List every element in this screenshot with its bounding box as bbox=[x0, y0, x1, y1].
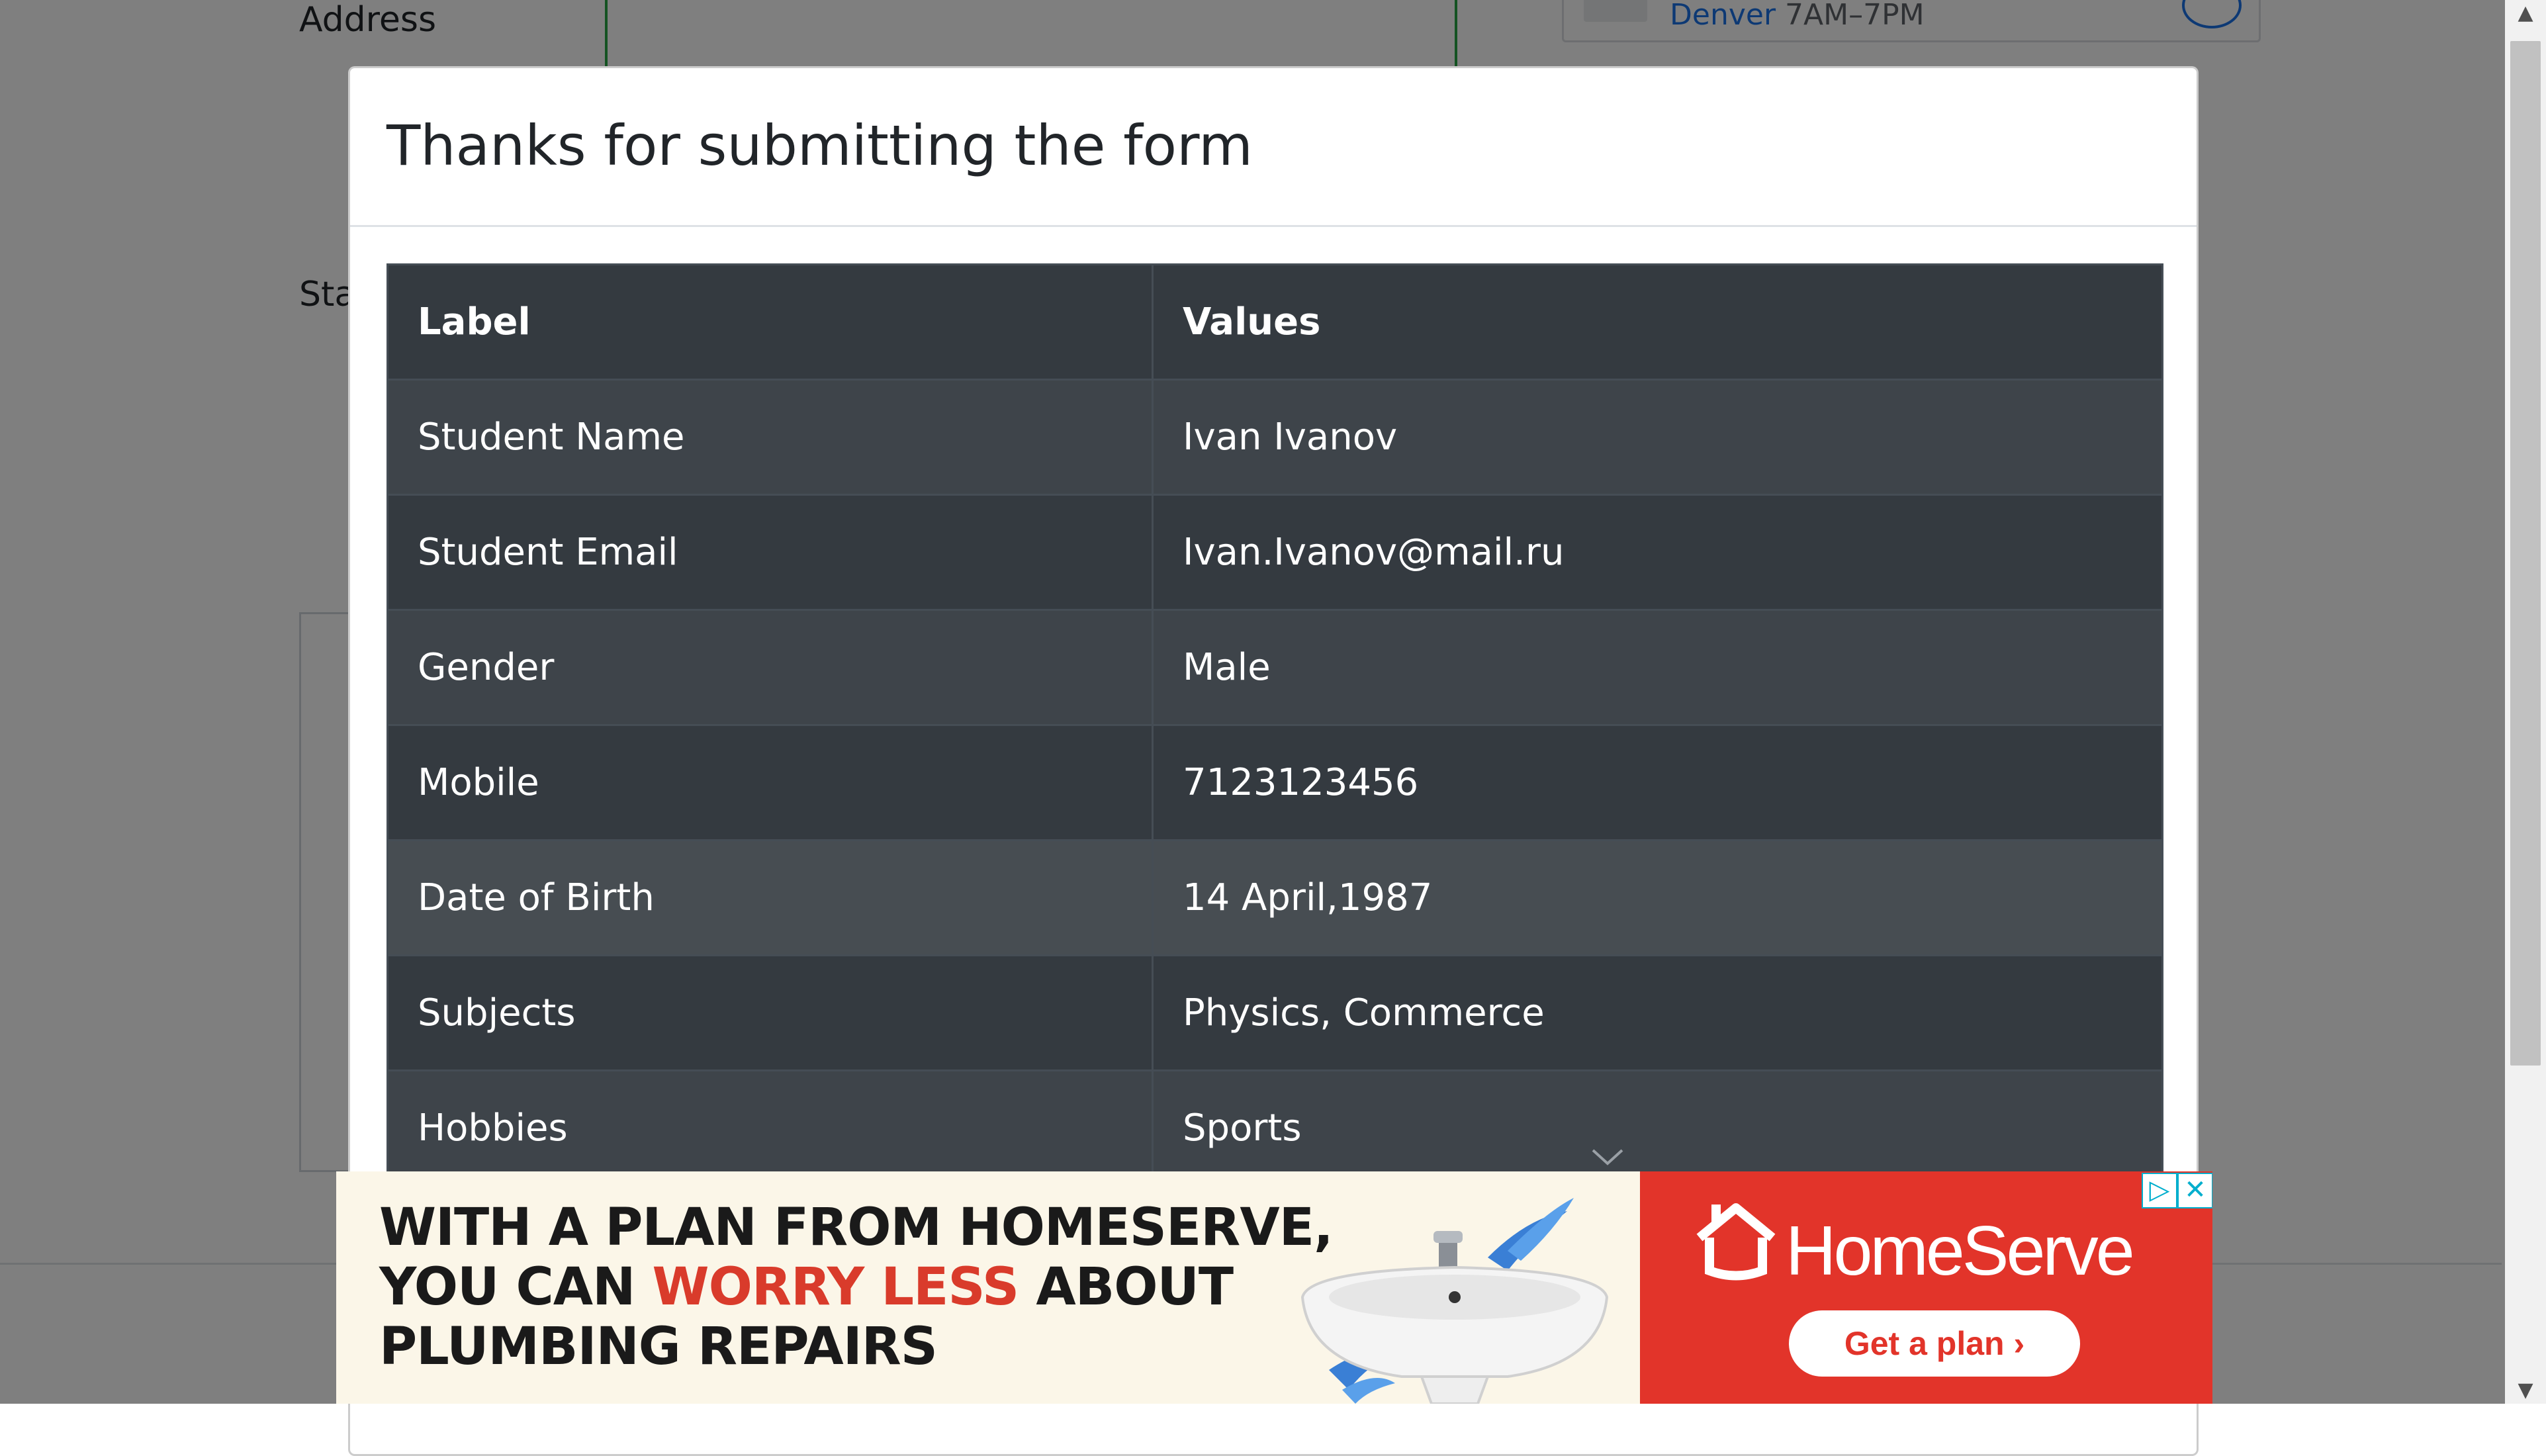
row-label: Student Name bbox=[386, 379, 1154, 496]
row-label: Hobbies bbox=[386, 1069, 1154, 1187]
header-values: Values bbox=[1152, 263, 2163, 381]
scrollbar-thumb[interactable] bbox=[2510, 41, 2541, 1066]
table-row: Hobbies Sports bbox=[386, 1069, 2163, 1187]
row-value: Ivan Ivanov bbox=[1152, 379, 2163, 496]
row-value: 7123123456 bbox=[1152, 724, 2163, 841]
row-value: Sports bbox=[1152, 1069, 2163, 1187]
row-label: Subjects bbox=[386, 954, 1154, 1071]
adchoices-icon[interactable]: ▷ bbox=[2142, 1173, 2177, 1208]
table-row: Student Name Ivan Ivanov bbox=[386, 379, 2163, 496]
row-value: Male bbox=[1152, 609, 2163, 726]
table-row: Subjects Physics, Commerce bbox=[386, 954, 2163, 1071]
row-value: Ivan.Ivanov@mail.ru bbox=[1152, 494, 2163, 611]
ad-headline-line1: WITH A PLAN FROM HOMESERVE, bbox=[379, 1198, 1334, 1257]
chevron-down-icon[interactable] bbox=[1588, 1144, 1627, 1170]
modal-title: Thanks for submitting the form bbox=[386, 113, 1253, 178]
sink-image bbox=[1300, 1198, 1609, 1404]
row-label: Date of Birth bbox=[386, 839, 1154, 956]
table-row: Student Email Ivan.Ivanov@mail.ru bbox=[386, 494, 2163, 611]
row-value: Physics, Commerce bbox=[1152, 954, 2163, 1071]
ad-headline-accent: WORRY LESS bbox=[652, 1257, 1020, 1317]
table-row: Mobile 7123123456 bbox=[386, 724, 2163, 841]
ad-headline-line3: PLUMBING REPAIRS bbox=[379, 1317, 938, 1377]
close-icon[interactable]: ✕ bbox=[2177, 1173, 2212, 1208]
ad-banner[interactable]: WITH A PLAN FROM HOMESERVE, YOU CAN WORR… bbox=[336, 1171, 2212, 1404]
modal-header: Thanks for submitting the form bbox=[350, 68, 2197, 227]
ad-brand-panel[interactable]: HomeServe Get a plan › ▷ ✕ bbox=[1640, 1171, 2212, 1404]
scroll-up-icon[interactable]: ▲ bbox=[2505, 0, 2546, 26]
row-label: Gender bbox=[386, 609, 1154, 726]
ad-brand-name: HomeServe bbox=[1786, 1212, 2135, 1290]
ad-headline: WITH A PLAN FROM HOMESERVE, YOU CAN WORR… bbox=[379, 1198, 1334, 1377]
table-row: Date of Birth 14 April,1987 bbox=[386, 839, 2163, 956]
scroll-down-icon[interactable]: ▼ bbox=[2505, 1377, 2546, 1404]
submission-table: Label Values Student Name Ivan Ivanov St… bbox=[386, 263, 2163, 1187]
table-header-row: Label Values bbox=[386, 263, 2163, 381]
homeserve-logo: HomeServe bbox=[1693, 1198, 2135, 1290]
ad-headline-line2: YOU CAN WORRY LESS ABOUT bbox=[379, 1257, 1234, 1317]
table-row: Gender Male bbox=[386, 609, 2163, 726]
row-value: 14 April,1987 bbox=[1152, 839, 2163, 956]
header-label: Label bbox=[386, 263, 1154, 381]
get-a-plan-button[interactable]: Get a plan › bbox=[1789, 1310, 2080, 1377]
page-scrollbar[interactable]: ▲ ▼ bbox=[2505, 0, 2546, 1404]
house-icon bbox=[1696, 1203, 1776, 1281]
row-label: Student Email bbox=[386, 494, 1154, 611]
row-label: Mobile bbox=[386, 724, 1154, 841]
